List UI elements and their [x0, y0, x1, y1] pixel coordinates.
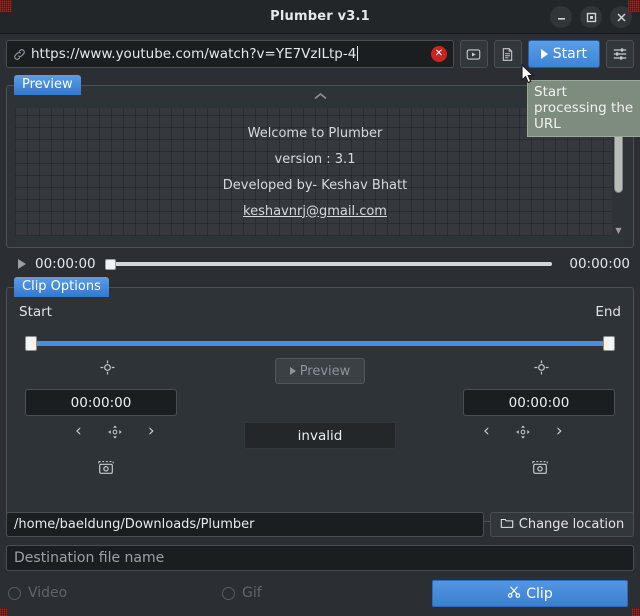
seek-handle[interactable] — [105, 259, 116, 270]
start-label: Start — [19, 304, 52, 320]
preview-canvas: Welcome to Plumber version : 3.1 Develop… — [15, 108, 615, 236]
set-end-marker-icon[interactable] — [534, 360, 549, 379]
text-caret — [357, 46, 358, 61]
plumber-window: Plumber v3.1 https://www.youtube.com/wat… — [0, 0, 640, 616]
start-step-forward-icon[interactable]: › — [148, 423, 155, 440]
clip-button-label: Clip — [526, 586, 552, 602]
preview-line-2: Developed by- Keshav Bhatt — [223, 178, 407, 193]
url-toolbar: https://www.youtube.com/watch?v=YE7VzILt… — [0, 35, 640, 73]
url-text: https://www.youtube.com/watch?v=YE7VzILt… — [31, 46, 431, 62]
window-controls — [550, 0, 632, 34]
desktop-corner-bottom-left — [0, 608, 8, 616]
play-icon — [290, 367, 296, 375]
window-title: Plumber v3.1 — [270, 9, 370, 24]
clip-preview-label: Preview — [300, 364, 351, 379]
clip-preview-button[interactable]: Preview — [275, 358, 365, 384]
radio-video[interactable]: Video — [8, 585, 67, 601]
scroll-down-icon[interactable]: ▼ — [615, 226, 621, 236]
title-bar: Plumber v3.1 — [0, 0, 640, 34]
start-button-label: Start — [553, 46, 587, 62]
radio-gif[interactable]: Gif — [222, 585, 262, 601]
clip-range-start-handle[interactable] — [25, 336, 37, 351]
desktop-corner-top-left — [0, 0, 12, 12]
url-value: https://www.youtube.com/watch?v=YE7VzILt… — [31, 46, 356, 62]
clip-options-group: Clip Options Start End Preview — [6, 287, 634, 522]
seek-row: 00:00:00 00:00:00 — [10, 253, 630, 275]
end-time-field[interactable]: 00:00:00 — [463, 389, 615, 416]
media-player-icon[interactable] — [460, 40, 488, 68]
end-step-back-icon[interactable]: ‹ — [483, 423, 490, 440]
start-move-icon[interactable] — [107, 424, 123, 440]
minimize-button[interactable] — [550, 6, 572, 28]
start-button-tooltip: Start processing the URL — [527, 80, 640, 137]
end-move-icon[interactable] — [515, 424, 531, 440]
change-location-button[interactable]: Change location — [490, 512, 634, 537]
preview-tab[interactable]: Preview — [14, 75, 81, 95]
seek-slider[interactable] — [105, 256, 561, 272]
output-path-input[interactable]: /home/baeldung/Downloads/Plumber — [6, 512, 484, 537]
clip-button[interactable]: Clip — [432, 580, 628, 607]
preview-line-0: Welcome to Plumber — [248, 126, 383, 141]
destination-filename-input[interactable]: Destination file name — [6, 545, 634, 571]
play-icon — [541, 49, 548, 59]
clip-range-end-handle[interactable] — [603, 336, 615, 351]
clip-range-slider[interactable] — [25, 336, 615, 352]
duration-status: invalid — [244, 422, 396, 449]
folder-icon — [500, 516, 514, 534]
end-nav-controls: ‹ › — [483, 423, 563, 440]
start-end-labels: Start End — [19, 304, 621, 320]
desktop-corner-bottom-right — [632, 608, 640, 616]
end-snapshot-icon[interactable] — [531, 458, 549, 480]
document-icon[interactable] — [494, 40, 522, 68]
start-nav-controls: ‹ › — [75, 423, 155, 440]
maximize-button[interactable] — [580, 6, 602, 28]
current-time-label: 00:00:00 — [35, 256, 96, 272]
url-input[interactable]: https://www.youtube.com/watch?v=YE7VzILt… — [6, 40, 454, 68]
scissors-icon — [507, 585, 521, 603]
format-row: Video Gif Clip — [0, 576, 640, 616]
radio-circle-icon — [222, 587, 235, 600]
clear-url-icon[interactable]: ✕ — [431, 46, 447, 62]
clip-range-bar — [31, 341, 609, 346]
start-time-field[interactable]: 00:00:00 — [25, 389, 177, 416]
seek-track-bar — [113, 262, 553, 266]
settings-sliders-icon[interactable] — [606, 40, 634, 68]
play-icon[interactable] — [18, 259, 26, 269]
radio-gif-label: Gif — [242, 585, 262, 601]
developer-email-link[interactable]: keshavnrj@gmail.com — [243, 204, 387, 219]
start-step-back-icon[interactable]: ‹ — [75, 423, 82, 440]
end-step-forward-icon[interactable]: › — [556, 423, 563, 440]
end-label: End — [595, 304, 621, 320]
clip-options-tab[interactable]: Clip Options — [14, 277, 109, 297]
radio-circle-icon — [8, 587, 21, 600]
change-location-label: Change location — [519, 517, 625, 532]
start-snapshot-icon[interactable] — [97, 458, 115, 480]
desktop-corner-top-right — [628, 0, 640, 12]
preview-line-1: version : 3.1 — [275, 152, 356, 167]
total-time-label: 00:00:00 — [569, 256, 630, 272]
set-start-marker-icon[interactable] — [100, 360, 115, 379]
link-icon — [13, 48, 26, 61]
radio-video-label: Video — [28, 585, 67, 601]
output-path-row: /home/baeldung/Downloads/Plumber Change … — [6, 512, 634, 537]
start-button[interactable]: Start — [528, 40, 600, 68]
destination-placeholder: Destination file name — [14, 550, 164, 566]
